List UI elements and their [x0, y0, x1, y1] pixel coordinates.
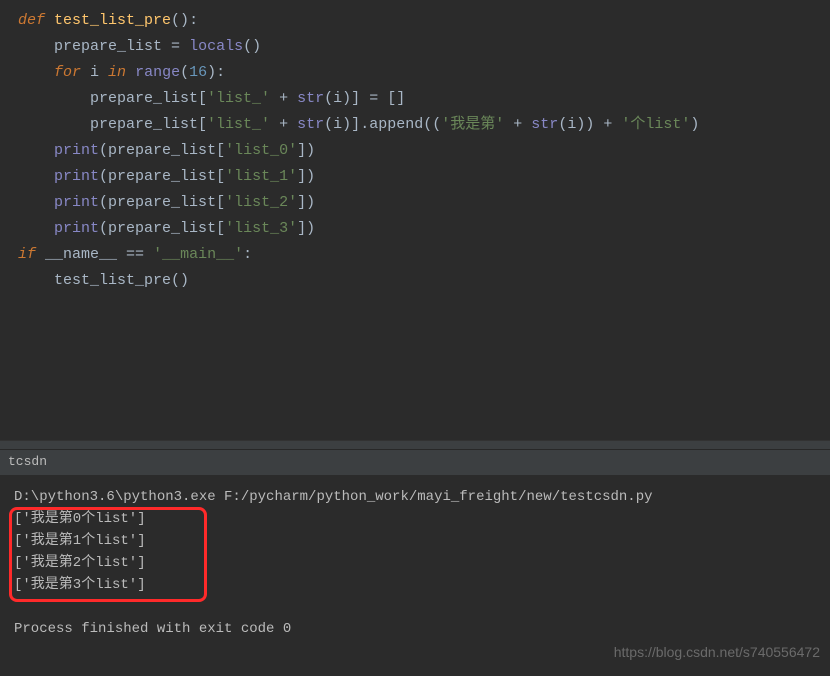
code-editor[interactable]: def test_list_pre(): prepare_list = loca…	[0, 0, 830, 440]
code-line[interactable]: def test_list_pre():	[4, 8, 830, 34]
code-line[interactable]: print(prepare_list['list_1'])	[4, 164, 830, 190]
code-line[interactable]: print(prepare_list['list_2'])	[4, 190, 830, 216]
code-line[interactable]: for i in range(16):	[4, 60, 830, 86]
code-line[interactable]: test_list_pre()	[4, 268, 830, 294]
console-line	[14, 596, 816, 618]
console-line: Process finished with exit code 0	[14, 618, 816, 640]
console-line: ['我是第3个list']	[14, 574, 816, 596]
panel-divider[interactable]	[0, 440, 830, 450]
console-line: D:\python3.6\python3.exe F:/pycharm/pyth…	[14, 486, 816, 508]
console-line: ['我是第1个list']	[14, 530, 816, 552]
code-line[interactable]: print(prepare_list['list_3'])	[4, 216, 830, 242]
code-line[interactable]: prepare_list = locals()	[4, 34, 830, 60]
code-line[interactable]: print(prepare_list['list_0'])	[4, 138, 830, 164]
console-line: ['我是第0个list']	[14, 508, 816, 530]
console-line: ['我是第2个list']	[14, 552, 816, 574]
console-tab[interactable]: tcsdn	[8, 454, 47, 469]
code-line[interactable]: prepare_list['list_' + str(i)] = []	[4, 86, 830, 112]
console-tab-bar: tcsdn	[0, 450, 830, 476]
code-line[interactable]: if __name__ == '__main__':	[4, 242, 830, 268]
code-line[interactable]: prepare_list['list_' + str(i)].append(('…	[4, 112, 830, 138]
watermark-text: https://blog.csdn.net/s740556472	[614, 644, 820, 660]
